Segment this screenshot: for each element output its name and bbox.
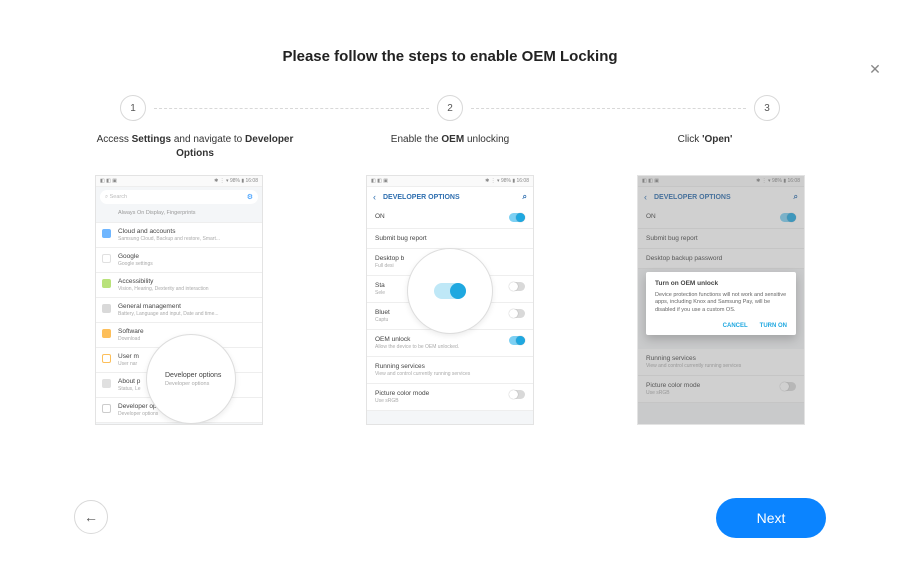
dialog-cancel: CANCEL [723, 323, 748, 329]
captions-row: Access Settings and navigate to Develope… [0, 133, 900, 161]
settings-item-cloud: Cloud and accountsSamsung Cloud, Backup … [96, 222, 262, 248]
dev-row-on: ON [367, 207, 533, 229]
magnifier-developer-options: Developer options Developer options [146, 334, 236, 424]
step-divider [154, 108, 429, 109]
search-icon: ⌕ [105, 194, 108, 200]
download-icon [102, 329, 111, 338]
caption-2: Enable the OEM unlocking [350, 133, 550, 161]
cloud-icon [102, 229, 111, 238]
dev-row-bugreport: Submit bug report [367, 229, 533, 249]
dialog-turn-on: TURN ON [760, 323, 787, 329]
toggle-off [509, 309, 525, 318]
phone-screenshot-2: ◧ ◧ ▣✱ ⋮ ▾ 98% ▮ 16:08 ‹DEVELOPER OPTION… [366, 175, 534, 425]
gear-icon: ⚙ [247, 193, 253, 201]
dev-row-running: Running servicesView and control current… [367, 357, 533, 384]
star-icon [102, 279, 111, 288]
settings-item-general: General managementBattery, Language and … [96, 298, 262, 323]
phone-screenshot-3: ◧ ◧ ▣✱ ⋮ ▾ 98% ▮ 16:08 ‹DEVELOPER OPTION… [637, 175, 805, 425]
search-icon: ⌕ [523, 192, 527, 202]
dialog-title: Turn on OEM unlock [655, 280, 787, 287]
step-3-circle: 3 [754, 95, 780, 121]
status-bar: ◧ ◧ ▣✱ ⋮ ▾ 98% ▮ 16:08 [96, 176, 262, 187]
step-2-circle: 2 [437, 95, 463, 121]
step-1-circle: 1 [120, 95, 146, 121]
braces-icon [102, 404, 111, 413]
back-button[interactable]: ← [74, 500, 108, 534]
next-button[interactable]: Next [716, 498, 826, 538]
magnifier-toggle [407, 248, 493, 334]
toggle-off [509, 282, 525, 291]
steps-row: 1 2 3 [0, 95, 900, 121]
settings-search: ⌕ Search ⚙ [100, 190, 258, 204]
step-divider [471, 108, 746, 109]
user-icon [102, 354, 111, 363]
dialog-body: Device protection functions will not wor… [655, 292, 787, 314]
arrow-left-icon: ← [84, 509, 98, 525]
toggle-off [509, 390, 525, 399]
page-title: Please follow the steps to enable OEM Lo… [0, 48, 900, 65]
settings-item-accessibility: AccessibilityVision, Hearing, Dexterity … [96, 273, 262, 298]
close-icon[interactable]: ✕ [866, 60, 884, 78]
caption-1: Access Settings and navigate to Develope… [95, 133, 295, 161]
google-icon [102, 254, 111, 263]
settings-subtext: Always On Display, Fingerprints [96, 207, 262, 222]
back-chevron-icon: ‹ [373, 192, 376, 202]
dev-row-picture: Picture color modeUse sRGB [367, 384, 533, 411]
oem-unlock-dialog: Turn on OEM unlock Device protection fun… [646, 272, 796, 335]
dev-row-oem-unlock: OEM unlockAllow the device to be OEM unl… [367, 330, 533, 357]
status-bar: ◧ ◧ ▣✱ ⋮ ▾ 98% ▮ 16:08 [367, 176, 533, 187]
toggle-on-large [434, 283, 466, 299]
caption-3: Click 'Open' [605, 133, 805, 161]
toggle-on [509, 213, 525, 222]
settings-item-google: GoogleGoogle settings [96, 248, 262, 273]
developer-options-header: ‹DEVELOPER OPTIONS ⌕ [367, 187, 533, 207]
info-icon [102, 379, 111, 388]
phones-row: ◧ ◧ ▣✱ ⋮ ▾ 98% ▮ 16:08 ⌕ Search ⚙ Always… [0, 175, 900, 425]
phone-screenshot-1: ◧ ◧ ▣✱ ⋮ ▾ 98% ▮ 16:08 ⌕ Search ⚙ Always… [95, 175, 263, 425]
general-icon [102, 304, 111, 313]
toggle-on [509, 336, 525, 345]
